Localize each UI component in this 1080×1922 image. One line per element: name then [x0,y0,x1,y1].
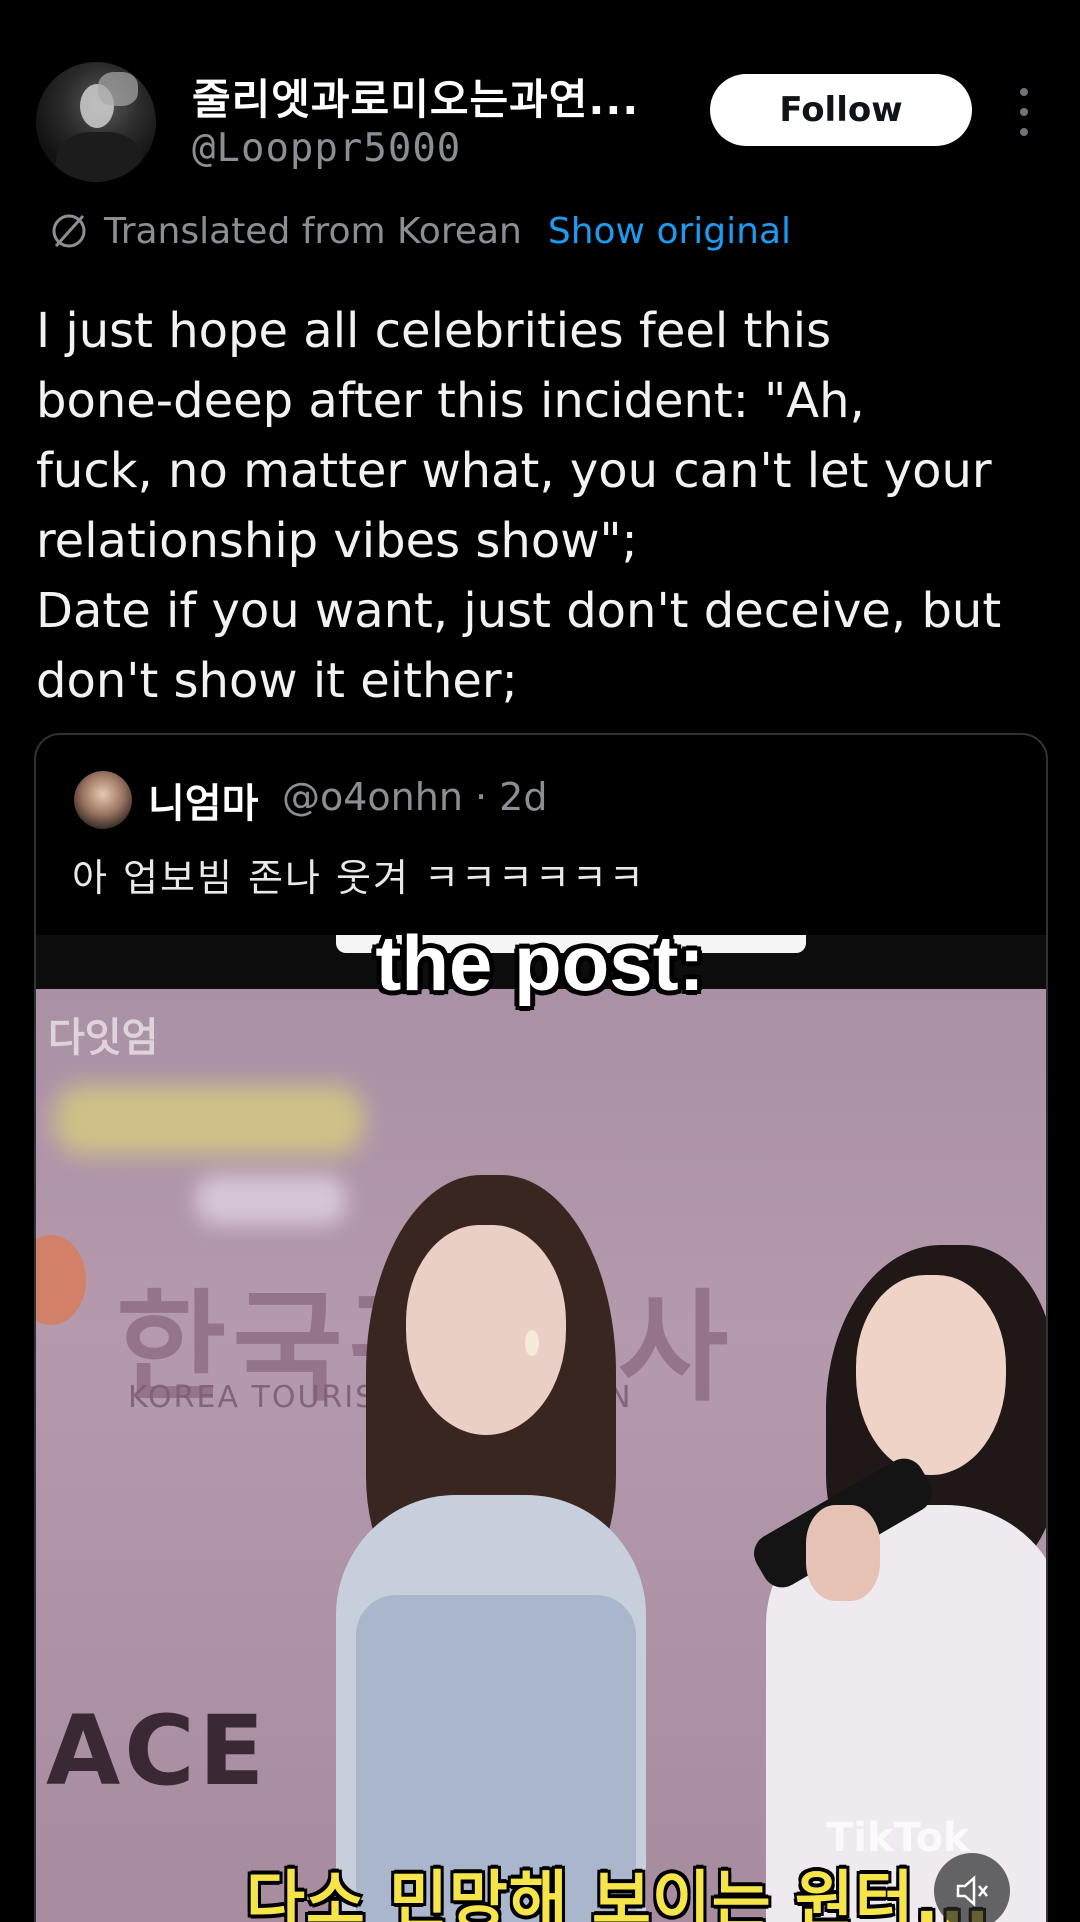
backdrop-sign-korean-right: 사 [618,1279,735,1418]
logo-shape [36,1235,86,1325]
video-subtitle: 다소 민망해 보이는 원터... [246,1865,991,1922]
video-watermark: 다잇엄 [48,1015,159,1061]
backdrop-sign-ace: ACE [46,1695,269,1807]
more-icon[interactable] [1018,88,1030,136]
quoted-tweet[interactable]: 니엄마 @o4onhn · 2d 아 업보빔 존나 웃겨 ㅋㅋㅋㅋㅋㅋ 다잇엄 … [34,733,1048,1922]
author-handle[interactable]: @Looppr5000 [192,126,461,171]
tweet-text: I just hope all celebrities feel this bo… [36,303,1002,709]
translated-from-label: Translated from Korean [104,210,522,252]
backdrop-sign-english-left: KOREA TOURISM [128,1380,405,1415]
translate-icon [52,214,86,248]
person-right-face [856,1275,1006,1475]
tweet-header: 줄리엣과로미오는과연... @Looppr5000 Follow [36,58,1044,182]
quoted-handle-time: @o4onhn · 2d [282,775,548,819]
show-original-link[interactable]: Show original [548,211,791,252]
follow-button[interactable]: Follow [710,74,972,146]
mute-icon [956,1875,988,1907]
person-right-hand [806,1505,880,1601]
quoted-text: 아 업보빔 존나 웃겨 ㅋㅋㅋㅋㅋㅋ [72,856,646,900]
translation-notice: Translated from Korean Show original [48,206,791,256]
quoted-video[interactable]: 다잇엄 한국관 사 KOREA TOURISM N ACE TikTok 다소 … [36,935,1046,1922]
quoted-display-name: 니엄마 [148,781,259,827]
overlay-caption: the post: [375,919,705,1007]
earring [525,1330,539,1356]
quoted-avatar[interactable] [74,771,132,829]
person-left-face [406,1225,566,1435]
author-avatar[interactable] [36,62,156,182]
mute-button[interactable] [934,1853,1010,1922]
author-display-name[interactable]: 줄리엣과로미오는과연... [192,66,639,127]
